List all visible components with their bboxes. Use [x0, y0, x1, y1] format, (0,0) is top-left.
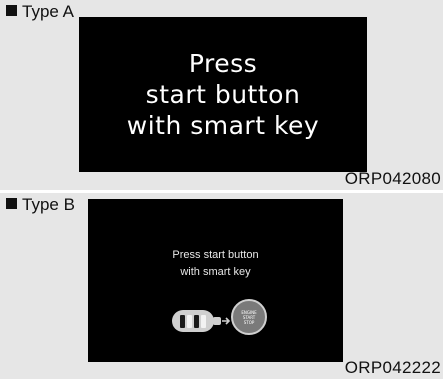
- engine-start-stop-button-icon: ENGINE START STOP: [231, 299, 267, 335]
- square-bullet-icon: [6, 198, 17, 209]
- type-a-message-line-2: start button: [145, 80, 301, 109]
- smart-key-icon: [172, 310, 221, 332]
- type-b-label: Type B: [6, 195, 75, 215]
- type-b-figure-code: ORP042222: [344, 358, 441, 377]
- type-a-label: Type A: [6, 2, 74, 22]
- type-b-label-text: Type B: [22, 195, 75, 214]
- type-b-message-line-1: Press start button: [172, 249, 259, 261]
- type-b-message: Press start button with smart key: [88, 247, 343, 281]
- type-a-cluster-display: Press start button with smart key: [79, 17, 367, 172]
- square-bullet-icon: [6, 5, 17, 16]
- type-b-message-line-2: with smart key: [180, 266, 251, 278]
- type-a-label-text: Type A: [22, 2, 74, 21]
- type-b-cluster-display: Press start button with smart key ENGINE…: [88, 199, 343, 362]
- type-a-message-line-1: Press: [188, 49, 258, 78]
- start-button-text-3: STOP: [243, 319, 255, 325]
- arrow-right-icon: [222, 317, 231, 325]
- type-a-figure-code: ORP042080: [344, 169, 441, 188]
- type-b-panel: Type B Press start button with smart key…: [0, 193, 443, 379]
- type-a-panel: Type A Press start button with smart key…: [0, 0, 443, 190]
- type-a-message-line-3: with smart key: [126, 111, 320, 140]
